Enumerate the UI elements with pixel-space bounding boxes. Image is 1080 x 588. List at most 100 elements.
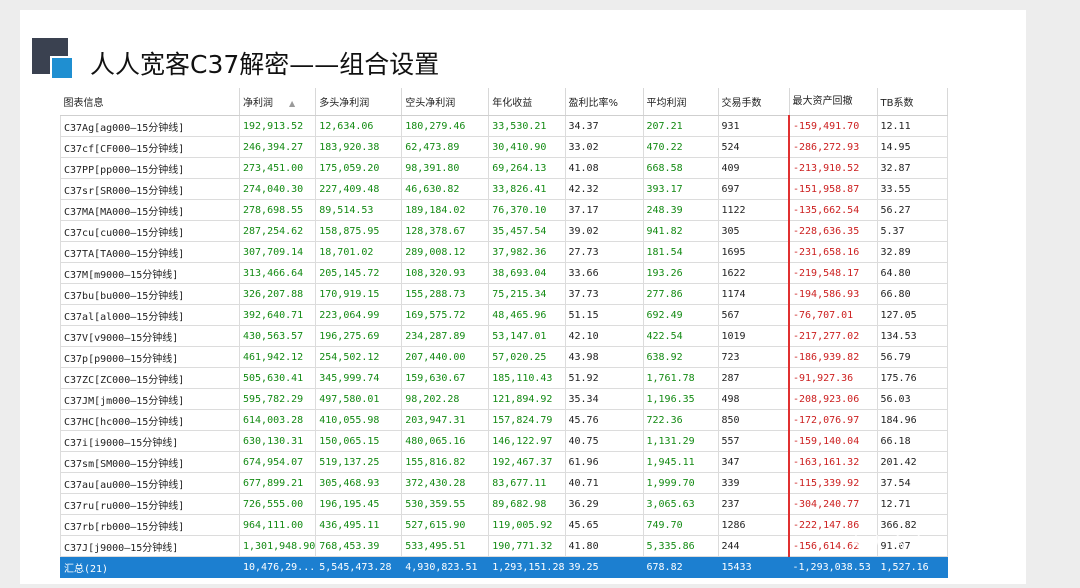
cell-chart-info: C37al[al000—15分钟线] xyxy=(60,304,240,326)
cell-annual-return: 35,457.54 xyxy=(488,220,566,242)
cell-net-profit: 630,130.31 xyxy=(238,430,317,452)
col-header-long-profit[interactable]: 多头净利润 xyxy=(315,88,403,116)
table-row[interactable]: C37al[al000—15分钟线] 392,640.71 223,064.99 16… xyxy=(60,304,948,326)
cell-long-profit: 410,055.98 xyxy=(315,409,403,431)
cell-tb-coefficient: 56.79 xyxy=(876,346,948,368)
cell-long-profit: 497,580.01 xyxy=(315,388,403,410)
cell-net-profit: 677,899.21 xyxy=(238,472,317,494)
cell-trade-count: 1019 xyxy=(717,325,790,347)
cell-long-profit: 223,064.99 xyxy=(315,304,403,326)
cell-max-drawdown: -231,658.16 xyxy=(788,241,878,263)
col-header-trade-count[interactable]: 交易手数 xyxy=(718,88,790,116)
cell-chart-info: C37J[j9000—15分钟线] xyxy=(60,535,240,557)
table-row[interactable]: C37PP[pp000—15分钟线] 273,451.00 175,059.20 98… xyxy=(60,157,948,179)
cell-trade-count: 1695 xyxy=(717,241,790,263)
cell-avg-profit: 638.92 xyxy=(642,346,719,368)
cell-trade-count: 524 xyxy=(717,136,790,158)
cell-tb-coefficient: 14.95 xyxy=(876,136,948,158)
cell-tb-coefficient: 66.18 xyxy=(876,430,948,452)
cell-chart-info: C37MA[MA000—15分钟线] xyxy=(60,199,240,221)
cell-short-profit: 155,288.73 xyxy=(401,283,490,305)
table-row[interactable]: C37JM[jm000—15分钟线] 595,782.29 497,580.01 98… xyxy=(60,388,948,410)
cell-long-profit: 175,059.20 xyxy=(315,157,403,179)
table-row[interactable]: C37V[v9000—15分钟线] 430,563.57 196,275.69 234… xyxy=(60,325,948,347)
cell-trade-count: 244 xyxy=(717,535,790,557)
cell-avg-profit: 1,131.29 xyxy=(642,430,719,452)
cell-avg-profit: 248.39 xyxy=(642,199,719,221)
table-row[interactable]: C37cu[cu000—15分钟线] 287,254.62 158,875.95 12… xyxy=(60,220,948,242)
table-row[interactable]: C37rb[rb000—15分钟线] 964,111.00 436,495.11 52… xyxy=(60,514,948,536)
col-header-chart-info[interactable]: 图表信息 xyxy=(60,88,240,116)
table-row[interactable]: C37M[m9000—15分钟线] 313,466.64 205,145.72 108… xyxy=(60,262,948,284)
cell-short-profit: 98,391.80 xyxy=(401,157,490,179)
cell-avg-profit: 277.86 xyxy=(642,283,719,305)
cell-net-profit: 392,640.71 xyxy=(238,304,317,326)
cell-net-profit: 614,003.28 xyxy=(238,409,317,431)
summary-cell-annual-return: 1,293,151.28 xyxy=(488,556,566,578)
col-header-short-profit[interactable]: 空头净利润 xyxy=(401,88,490,116)
table-row[interactable]: C37TA[TA000—15分钟线] 307,709.14 18,701.02 289… xyxy=(60,241,948,263)
cell-annual-return: 76,370.10 xyxy=(488,199,566,221)
cell-short-profit: 98,202.28 xyxy=(401,388,490,410)
cell-annual-return: 57,020.25 xyxy=(488,346,566,368)
cell-tb-coefficient: 64.80 xyxy=(876,262,948,284)
cell-net-profit: 246,394.27 xyxy=(238,136,317,158)
cell-tb-coefficient: 184.96 xyxy=(876,409,948,431)
table-row[interactable]: C37sm[SM000—15分钟线] 674,954.07 519,137.25 15… xyxy=(60,451,948,473)
cell-win-rate: 33.66 xyxy=(564,262,644,284)
table-row[interactable]: C37cf[CF000—15分钟线] 246,394.27 183,920.38 62… xyxy=(60,136,948,158)
cell-tb-coefficient: 12.11 xyxy=(876,115,948,137)
cell-chart-info: C37TA[TA000—15分钟线] xyxy=(60,241,240,263)
cell-tb-coefficient: 56.03 xyxy=(876,388,948,410)
cell-net-profit: 726,555.00 xyxy=(238,493,317,515)
cell-long-profit: 158,875.95 xyxy=(315,220,403,242)
cell-chart-info: C37rb[rb000—15分钟线] xyxy=(60,514,240,536)
cell-chart-info: C37JM[jm000—15分钟线] xyxy=(60,388,240,410)
cell-tb-coefficient: 175.76 xyxy=(876,367,948,389)
cell-annual-return: 48,465.96 xyxy=(488,304,566,326)
table-row[interactable]: C37au[au000—15分钟线] 677,899.21 305,468.93 37… xyxy=(60,472,948,494)
cell-chart-info: C37sr[SR000—15分钟线] xyxy=(60,178,240,200)
cell-max-drawdown: -163,161.32 xyxy=(788,451,878,473)
cell-long-profit: 254,502.12 xyxy=(315,346,403,368)
cell-annual-return: 30,410.90 xyxy=(488,136,566,158)
table-row[interactable]: C37HC[hc000—15分钟线] 614,003.28 410,055.98 20… xyxy=(60,409,948,431)
col-header-max-drawdown[interactable]: 最大资产回撤 xyxy=(789,88,878,116)
cell-short-profit: 62,473.89 xyxy=(401,136,490,158)
cell-max-drawdown: -208,923.06 xyxy=(788,388,878,410)
table-row[interactable]: C37i[i9000—15分钟线] 630,130.31 150,065.15 480… xyxy=(60,430,948,452)
table-row[interactable]: C37MA[MA000—15分钟线] 278,698.55 89,514.53 189… xyxy=(60,199,948,221)
summary-row[interactable]: 汇总(21) 10,476,29... 5,545,473.28 4,930,823.… xyxy=(60,556,948,578)
col-header-win-rate[interactable]: 盈利比率% xyxy=(565,88,644,116)
sort-ascending-icon: ▲ xyxy=(289,98,296,108)
table-row[interactable]: C37Ag[ag000—15分钟线] 192,913.52 12,634.06 180… xyxy=(60,115,948,137)
cell-short-profit: 46,630.82 xyxy=(401,178,490,200)
table-row[interactable]: C37ZC[ZC000—15分钟线] 505,630.41 345,999.74 15… xyxy=(60,367,948,389)
cell-long-profit: 170,919.15 xyxy=(315,283,403,305)
cell-max-drawdown: -217,277.02 xyxy=(788,325,878,347)
summary-cell-net-profit: 10,476,29... xyxy=(238,556,317,578)
cell-trade-count: 409 xyxy=(717,157,790,179)
cell-win-rate: 41.08 xyxy=(564,157,644,179)
table-row[interactable]: C37ru[ru000—15分钟线] 726,555.00 196,195.45 53… xyxy=(60,493,948,515)
cell-chart-info: C37p[p9000—15分钟线] xyxy=(60,346,240,368)
cell-short-profit: 480,065.16 xyxy=(401,430,490,452)
table-row[interactable]: C37J[j9000—15分钟线] 1,301,948.90 768,453.39 5… xyxy=(60,535,948,557)
table-row[interactable]: C37sr[SR000—15分钟线] 274,040.30 227,409.48 46… xyxy=(60,178,948,200)
watermark-text: 人人宽客 xyxy=(846,533,930,557)
cell-long-profit: 183,920.38 xyxy=(315,136,403,158)
cell-short-profit: 530,359.55 xyxy=(401,493,490,515)
cell-annual-return: 53,147.01 xyxy=(488,325,566,347)
table-row[interactable]: C37p[p9000—15分钟线] 461,942.12 254,502.12 207… xyxy=(60,346,948,368)
col-header-tb-coefficient[interactable]: TB系数 xyxy=(877,88,948,116)
col-header-avg-profit[interactable]: 平均利润 xyxy=(643,88,719,116)
cell-short-profit: 533,495.51 xyxy=(401,535,490,557)
col-header-annual-return[interactable]: 年化收益 xyxy=(488,88,566,116)
cell-chart-info: C37sm[SM000—15分钟线] xyxy=(60,451,240,473)
cell-net-profit: 274,040.30 xyxy=(238,178,317,200)
cell-avg-profit: 1,761.78 xyxy=(642,367,719,389)
cell-win-rate: 39.02 xyxy=(564,220,644,242)
table-row[interactable]: C37bu[bu000—15分钟线] 326,207.88 170,919.15 15… xyxy=(60,283,948,305)
cell-annual-return: 185,110.43 xyxy=(488,367,566,389)
col-header-net-profit[interactable]: 净利润 ▲ xyxy=(239,88,317,116)
